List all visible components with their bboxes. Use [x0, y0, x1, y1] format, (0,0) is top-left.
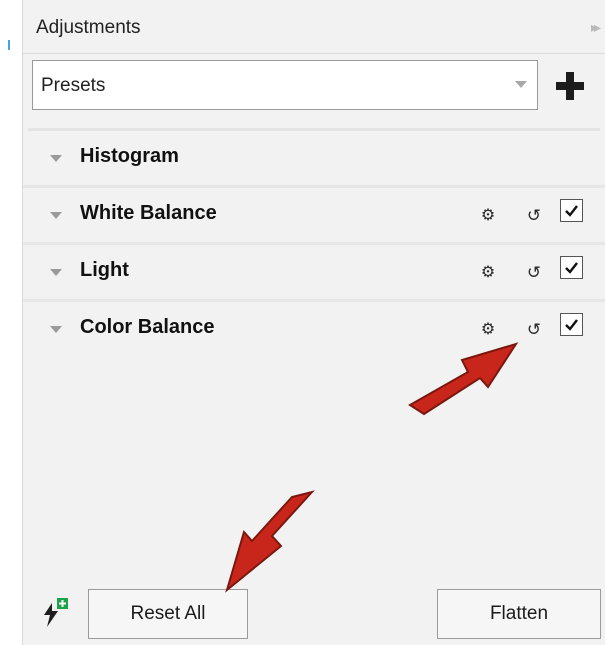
caret-down-icon[interactable]	[50, 269, 62, 276]
reset-icon[interactable]: ↺	[523, 205, 545, 227]
reset-all-button[interactable]: Reset All	[88, 589, 248, 639]
gear-icon[interactable]: ⚙	[477, 319, 499, 341]
adjustments-panel: Adjustments ▸▸ Presets Histogram White B…	[23, 0, 605, 645]
gear-icon[interactable]: ⚙	[477, 262, 499, 284]
panel-title: Adjustments	[36, 17, 141, 38]
adjustment-row-histogram[interactable]: Histogram	[23, 131, 605, 188]
bottom-toolbar: Reset All Flatten	[23, 583, 605, 645]
adjustment-label: White Balance	[80, 202, 217, 224]
adjustment-row-white-balance[interactable]: White Balance ⚙ ↺	[23, 188, 605, 245]
adjustment-label: Color Balance	[80, 316, 215, 338]
checkmark-icon	[565, 205, 578, 217]
enable-checkbox[interactable]	[560, 256, 583, 279]
reset-icon[interactable]: ↺	[523, 319, 545, 341]
left-strip	[0, 0, 23, 645]
caret-down-icon[interactable]	[50, 155, 62, 162]
adjustment-label: Histogram	[80, 145, 179, 167]
add-effect-icon[interactable]	[38, 597, 70, 629]
blue-mark	[8, 40, 10, 50]
enable-checkbox[interactable]	[560, 199, 583, 222]
adjustment-label: Light	[80, 259, 129, 281]
enable-checkbox[interactable]	[560, 313, 583, 336]
plus-icon[interactable]	[554, 70, 586, 102]
chevron-down-icon	[515, 81, 527, 88]
gear-icon[interactable]: ⚙	[477, 205, 499, 227]
reset-icon[interactable]: ↺	[523, 262, 545, 284]
presets-value: Presets	[41, 75, 106, 96]
checkmark-icon	[565, 319, 578, 331]
checkmark-icon	[565, 262, 578, 274]
adjustment-row-color-balance[interactable]: Color Balance ⚙ ↺	[23, 302, 605, 359]
caret-down-icon[interactable]	[50, 212, 62, 219]
adjustment-list: Histogram White Balance ⚙ ↺ Light ⚙ ↺ Co…	[23, 131, 605, 359]
adjustment-row-light[interactable]: Light ⚙ ↺	[23, 245, 605, 302]
presets-row: Presets	[23, 60, 605, 114]
add-effect-icon-svg	[44, 598, 68, 627]
caret-down-icon[interactable]	[50, 326, 62, 333]
flatten-button[interactable]: Flatten	[437, 589, 601, 639]
double-chevron-right-icon[interactable]: ▸▸	[591, 19, 601, 36]
presets-dropdown[interactable]: Presets	[32, 60, 538, 110]
panel-header: Adjustments ▸▸	[23, 5, 605, 54]
